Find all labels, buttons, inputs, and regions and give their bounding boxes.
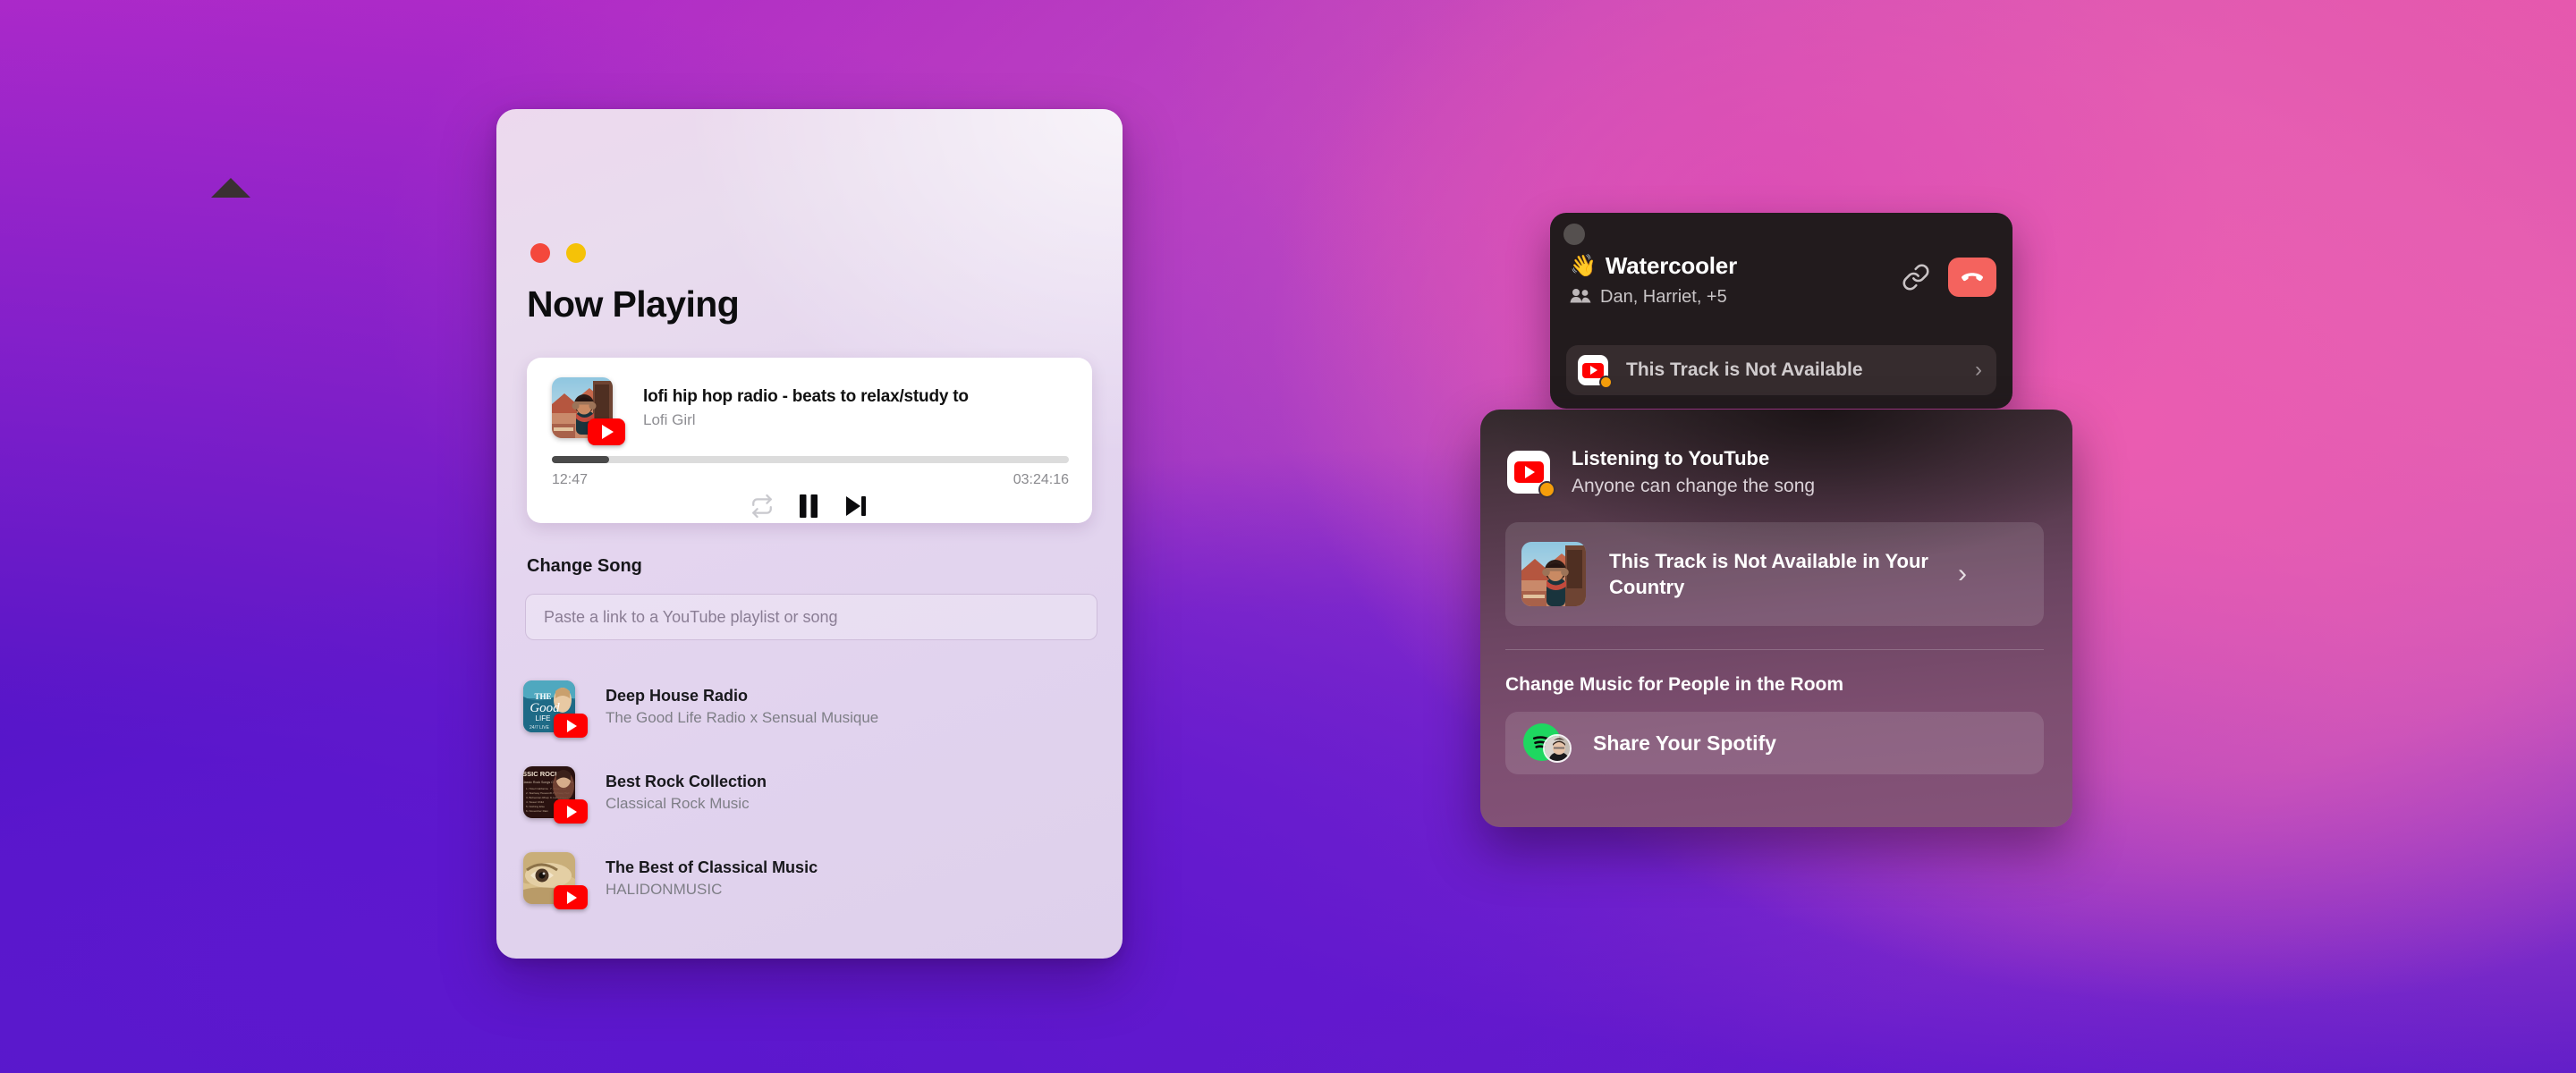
repeat-button[interactable]: [750, 494, 774, 519]
svg-text:Good: Good: [530, 701, 560, 715]
total-duration: 03:24:16: [1013, 472, 1069, 487]
popover-subtitle: Anyone can change the song: [1572, 476, 1816, 496]
waving-hand-icon: 👋: [1570, 253, 1597, 278]
svg-text:THE: THE: [534, 692, 551, 701]
status-badge: [1538, 481, 1555, 498]
suggestion-artwork: THE Good LIFE 24/7 LIVE: [523, 680, 588, 738]
svg-text:5. Nothing Else: 5. Nothing Else: [526, 805, 545, 808]
list-item[interactable]: SSIC ROCK Classic Rock Songs Of The 70s …: [523, 749, 1096, 835]
album-art-image: [1521, 542, 1586, 606]
youtube-icon: [588, 418, 625, 445]
search-input[interactable]: [525, 594, 1097, 640]
now-playing-artwork: [552, 377, 625, 445]
svg-text:SSIC ROCK: SSIC ROCK: [523, 770, 560, 778]
youtube-icon: [554, 885, 588, 909]
svg-text:1. Hotel California: 1. Hotel California: [526, 787, 548, 790]
repeat-icon: [752, 494, 772, 519]
svg-text:24/7 LIVE: 24/7 LIVE: [530, 725, 550, 731]
popover-header: Listening to YouTube Anyone can change t…: [1507, 447, 1815, 498]
popover-title: Listening to YouTube: [1572, 447, 1770, 469]
now-playing-track-row: lofi hip hop radio - beats to relax/stud…: [527, 358, 1092, 445]
window-traffic-lights: [530, 243, 586, 263]
list-item-title: Deep House Radio: [606, 686, 749, 705]
list-item-subtitle: HALIDONMUSIC: [606, 880, 723, 898]
next-track-icon: [846, 496, 866, 516]
list-item[interactable]: The Best of Classical Music HALIDONMUSIC: [523, 835, 1096, 921]
current-track-button[interactable]: This Track is Not Available ›: [1566, 345, 1996, 395]
playback-controls: [527, 494, 1092, 519]
elapsed-time: 12:47: [552, 472, 589, 487]
svg-text:2. Stairway Heaven: 2. Stairway Heaven: [526, 791, 550, 795]
link-icon[interactable]: [1902, 263, 1930, 291]
svg-text:4. Sweet Child: 4. Sweet Child: [526, 800, 544, 804]
now-playing-title: lofi hip hop radio - beats to relax/stud…: [643, 386, 969, 406]
suggestion-text: Best Rock Collection Classical Rock Musi…: [606, 773, 767, 813]
suggestion-artwork: [523, 852, 588, 909]
suggestion-list: THE Good LIFE 24/7 LIVE Deep House Radio…: [523, 663, 1096, 921]
hangup-phone-icon: [1962, 273, 1983, 282]
list-item-subtitle: The Good Life Radio x Sensual Musique: [606, 708, 879, 726]
popover-track-button[interactable]: This Track is Not Available in Your Coun…: [1505, 522, 2044, 626]
share-spotify-button[interactable]: Share Your Spotify: [1505, 712, 2044, 774]
now-playing-text: lofi hip hop radio - beats to relax/stud…: [643, 387, 969, 429]
people-icon: [1570, 288, 1591, 308]
list-item-subtitle: Classical Rock Music: [606, 794, 750, 812]
chevron-right-icon: ›: [1958, 559, 1967, 588]
svg-text:3. Bohemian Rhap: 3. Bohemian Rhap: [526, 796, 549, 799]
watercooler-title-row: 👋 Watercooler: [1570, 252, 1902, 280]
desktop-wallpaper: Now Playing lofi hip hop radio - beats t…: [0, 0, 2576, 1073]
watercooler-call-panel: 👋 Watercooler Dan, Harriet, +5 This Trac…: [1550, 213, 2012, 409]
suggestion-text: Deep House Radio The Good Life Radio x S…: [606, 687, 878, 727]
participants-label: Dan, Harriet, +5: [1600, 287, 1727, 307]
suggestion-text: The Best of Classical Music HALIDONMUSIC: [606, 858, 818, 899]
room-name: Watercooler: [1605, 252, 1737, 279]
time-row: 12:47 03:24:16: [552, 472, 1069, 488]
share-spotify-label: Share Your Spotify: [1593, 731, 1776, 755]
next-button[interactable]: [843, 494, 869, 518]
popover-section-label: Change Music for People in the Room: [1505, 674, 1844, 695]
youtube-icon: [1578, 355, 1613, 389]
now-playing-window: Now Playing lofi hip hop radio - beats t…: [496, 109, 1123, 959]
participants-row: Dan, Harriet, +5: [1570, 287, 1902, 308]
watercooler-header: 👋 Watercooler Dan, Harriet, +5: [1570, 252, 1996, 308]
suggestion-artwork: SSIC ROCK Classic Rock Songs Of The 70s …: [523, 766, 588, 824]
youtube-icon: [554, 799, 588, 824]
watercooler-actions: [1902, 258, 1996, 297]
now-playing-artist: Lofi Girl: [643, 410, 696, 428]
youtube-icon: [1507, 451, 1555, 498]
change-song-label: Change Song: [527, 556, 642, 576]
status-badge: [1599, 376, 1613, 389]
list-item-title: The Best of Classical Music: [606, 858, 818, 876]
popover-caret: [211, 178, 250, 198]
page-title: Now Playing: [527, 283, 740, 325]
now-playing-card: lofi hip hop radio - beats to relax/stud…: [527, 358, 1092, 523]
progress-bar-fill: [552, 456, 609, 463]
minimize-window-button[interactable]: [566, 243, 586, 263]
popover-header-text: Listening to YouTube Anyone can change t…: [1572, 447, 1815, 497]
svg-text:6. November Rain: 6. November Rain: [526, 809, 548, 813]
progress-bar[interactable]: [552, 456, 1069, 463]
list-item[interactable]: THE Good LIFE 24/7 LIVE Deep House Radio…: [523, 663, 1096, 749]
pause-icon: [800, 494, 818, 518]
avatar: [1543, 734, 1572, 763]
current-track-label: This Track is Not Available: [1626, 359, 1863, 380]
popover-track-label: This Track is Not Available in Your Coun…: [1609, 549, 1928, 598]
watercooler-title-block: 👋 Watercooler Dan, Harriet, +5: [1570, 252, 1902, 308]
list-item-title: Best Rock Collection: [606, 772, 767, 790]
panel-handle-button[interactable]: [1563, 224, 1585, 245]
hangup-button[interactable]: [1948, 258, 1996, 297]
close-window-button[interactable]: [530, 243, 550, 263]
youtube-icon: [554, 714, 588, 738]
spotify-avatar-group: [1523, 723, 1573, 763]
music-popover: Listening to YouTube Anyone can change t…: [1480, 410, 2072, 827]
divider: [1505, 649, 2044, 650]
svg-text:LIFE: LIFE: [536, 714, 551, 722]
pause-button[interactable]: [797, 494, 820, 519]
chevron-right-icon: ›: [1975, 358, 1982, 382]
